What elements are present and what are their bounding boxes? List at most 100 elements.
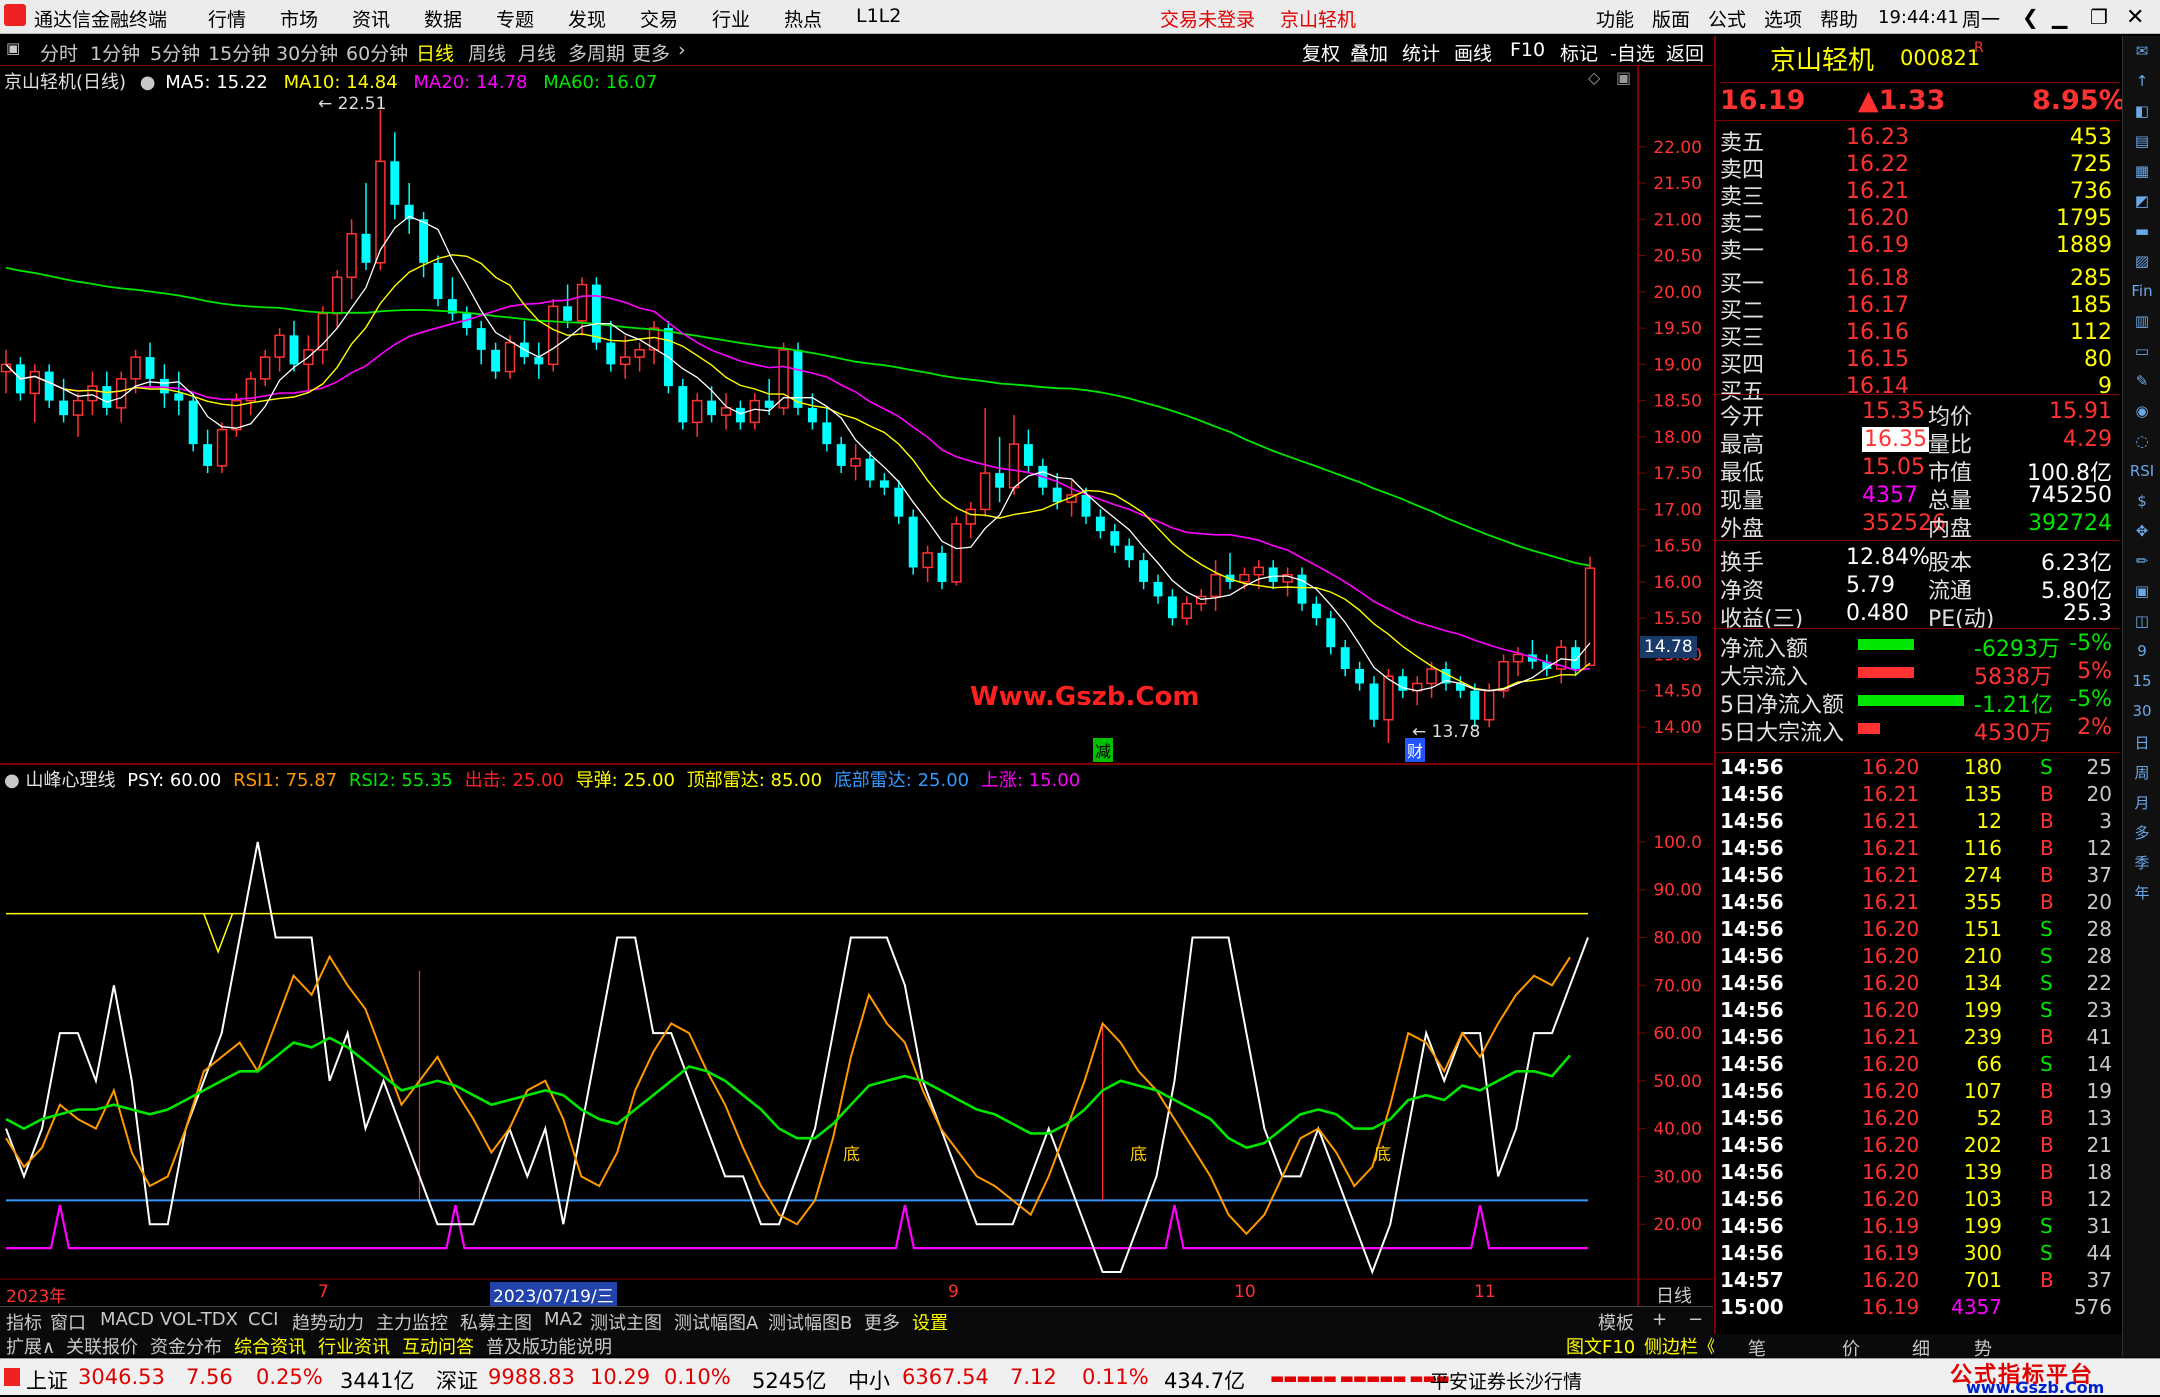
menu-item-layout[interactable]: 版面: [1652, 5, 1690, 32]
tick-row[interactable]: 15:00 16.19 4357 576: [1720, 1295, 2120, 1322]
menu-item-options[interactable]: 选项: [1764, 5, 1802, 32]
side-icon[interactable]: 月: [2123, 792, 2160, 813]
chevron-right-icon[interactable]: ›: [678, 39, 686, 61]
back-arrow-icon[interactable]: ❮: [2022, 5, 2039, 29]
tab-qa[interactable]: 互动问答: [402, 1333, 474, 1359]
tick-row[interactable]: 14:56 16.21 116 B 12: [1720, 836, 2120, 863]
pin-icon[interactable]: ▣: [1616, 68, 1631, 87]
menu-item-help[interactable]: 帮助: [1820, 5, 1858, 32]
close-icon[interactable]: ✕: [2126, 5, 2144, 30]
menu-item-industry[interactable]: 行业: [712, 5, 750, 32]
tick-row[interactable]: 14:56 16.20 202 B 21: [1720, 1133, 2120, 1160]
order-row[interactable]: 卖一 16.19 1889: [1720, 233, 2120, 264]
period-weekly[interactable]: 周线: [468, 39, 506, 66]
tab-fund-distribution[interactable]: 资金分布: [150, 1333, 222, 1359]
side-icon[interactable]: ◫: [2123, 612, 2160, 630]
tab-sidebar[interactable]: 侧边栏《: [1644, 1333, 1716, 1359]
tick-row[interactable]: 14:56 16.20 210 S 28: [1720, 944, 2120, 971]
tick-row[interactable]: 14:56 16.20 151 S 28: [1720, 917, 2120, 944]
side-icon[interactable]: 多: [2123, 822, 2160, 843]
side-icon[interactable]: ◧: [2123, 102, 2160, 120]
menu-item-l1l2[interactable]: L1L2: [856, 5, 901, 27]
menu-item-function[interactable]: 功能: [1596, 5, 1634, 32]
period-60min[interactable]: 60分钟: [346, 39, 408, 66]
side-icon[interactable]: 季: [2123, 852, 2160, 873]
tool-f10[interactable]: F10: [1510, 39, 1545, 61]
side-icon[interactable]: 周: [2123, 762, 2160, 783]
tick-row[interactable]: 14:56 16.20 107 B 19: [1720, 1079, 2120, 1106]
menu-item-data[interactable]: 数据: [424, 5, 462, 32]
tool-fanhui[interactable]: 返回: [1666, 39, 1704, 66]
tool-zixuan[interactable]: -自选: [1610, 39, 1655, 66]
kline-chart-svg[interactable]: 22.00 21.50 21.00 20.50 20.00 19.50 19.00 18.50…: [0, 66, 1713, 1310]
tab-industry-news[interactable]: 行业资讯: [318, 1333, 390, 1359]
tab-ma2[interactable]: MA2: [544, 1309, 583, 1330]
tick-row[interactable]: 14:56 16.21 274 B 37: [1720, 863, 2120, 890]
side-icon[interactable]: ▣: [2123, 582, 2160, 600]
order-row[interactable]: 买一 16.18 285: [1720, 266, 2120, 297]
period-15min[interactable]: 15分钟: [208, 39, 270, 66]
zx-index-name[interactable]: 中小: [848, 1365, 890, 1395]
sz-index-name[interactable]: 深证: [436, 1365, 478, 1395]
tick-list[interactable]: 14:56 16.20 180 S 25 14:56 16.21 135 B 20 14:56 16.…: [1716, 752, 2120, 1332]
tab-related-quote[interactable]: 关联报价: [66, 1333, 138, 1359]
menu-item-news[interactable]: 资讯: [352, 5, 390, 32]
marker-jian[interactable]: 减: [1093, 738, 1114, 762]
minus-button[interactable]: −: [1688, 1309, 1703, 1330]
side-icon[interactable]: ◌: [2123, 432, 2160, 450]
tool-fuquan[interactable]: 复权: [1302, 39, 1340, 66]
sh-index-name[interactable]: 上证: [26, 1365, 68, 1395]
diamond-icon[interactable]: ◇: [1588, 68, 1600, 87]
period-5min[interactable]: 5分钟: [150, 39, 200, 66]
period-daily[interactable]: 日线: [416, 39, 454, 66]
plus-button[interactable]: +: [1652, 1309, 1667, 1330]
tick-row[interactable]: 14:56 16.20 103 B 12: [1720, 1187, 2120, 1214]
side-icon[interactable]: ✉: [2123, 42, 2160, 60]
tool-diejia[interactable]: 叠加: [1350, 39, 1388, 66]
tick-row[interactable]: 14:56 16.20 52 B 13: [1720, 1106, 2120, 1133]
restore-icon[interactable]: ❐: [2090, 5, 2108, 29]
tab-general-news[interactable]: 综合资讯: [234, 1333, 306, 1359]
tick-row[interactable]: 14:56 16.20 134 S 22: [1720, 971, 2120, 998]
tick-row[interactable]: 14:57 16.20 701 B 37: [1720, 1268, 2120, 1295]
tab-f10-graphic[interactable]: 图文F10: [1566, 1333, 1635, 1359]
side-icon[interactable]: 15: [2123, 672, 2160, 690]
tab-expand[interactable]: 扩展∧: [6, 1333, 55, 1359]
side-icon[interactable]: ▬: [2123, 222, 2160, 240]
period-more[interactable]: 更多: [632, 39, 670, 66]
chart-zone[interactable]: 22.00 21.50 21.00 20.50 20.00 19.50 19.00 18.50…: [0, 66, 1713, 1310]
side-icon[interactable]: $: [2123, 492, 2160, 510]
tick-row[interactable]: 14:56 16.19 199 S 31: [1720, 1214, 2120, 1241]
period-monthly[interactable]: 月线: [518, 39, 556, 66]
side-icon[interactable]: 年: [2123, 882, 2160, 903]
order-row[interactable]: 买二 16.17 185: [1720, 293, 2120, 324]
period-30min[interactable]: 30分钟: [276, 39, 338, 66]
tick-row[interactable]: 14:56 16.21 239 B 41: [1720, 1025, 2120, 1052]
side-icon[interactable]: ▥: [2123, 312, 2160, 330]
tick-row[interactable]: 14:56 16.21 355 B 20: [1720, 890, 2120, 917]
settings-circle-icon[interactable]: ●: [4, 770, 20, 791]
side-icon[interactable]: Fin: [2123, 282, 2160, 300]
tick-row[interactable]: 14:56 16.20 66 S 14: [1720, 1052, 2120, 1079]
order-row[interactable]: 卖四 16.22 725: [1720, 152, 2120, 183]
tick-row[interactable]: 14:56 16.20 180 S 25: [1720, 755, 2120, 782]
side-icon[interactable]: 30: [2123, 702, 2160, 720]
settings-circle-icon[interactable]: ●: [140, 72, 156, 93]
side-icon[interactable]: ◩: [2123, 192, 2160, 210]
period-1min[interactable]: 1分钟: [90, 39, 140, 66]
side-icon[interactable]: 9: [2123, 642, 2160, 660]
tool-biaoji[interactable]: 标记: [1560, 39, 1598, 66]
side-icon[interactable]: ✥: [2123, 522, 2160, 540]
tab-macd[interactable]: MACD: [100, 1309, 154, 1330]
order-row[interactable]: 卖二 16.20 1795: [1720, 206, 2120, 237]
side-icon[interactable]: ✎: [2123, 372, 2160, 390]
tab-cci[interactable]: CCI: [248, 1309, 278, 1330]
order-row[interactable]: 卖三 16.21 736: [1720, 179, 2120, 210]
side-icon[interactable]: ▤: [2123, 132, 2160, 150]
marker-cai[interactable]: 财: [1405, 738, 1426, 762]
side-icon[interactable]: ◉: [2123, 402, 2160, 420]
tick-row[interactable]: 14:56 16.20 139 B 18: [1720, 1160, 2120, 1187]
order-row[interactable]: 买四 16.15 80: [1720, 347, 2120, 378]
order-row[interactable]: 买三 16.16 112: [1720, 320, 2120, 351]
menu-item-formula[interactable]: 公式: [1708, 5, 1746, 32]
